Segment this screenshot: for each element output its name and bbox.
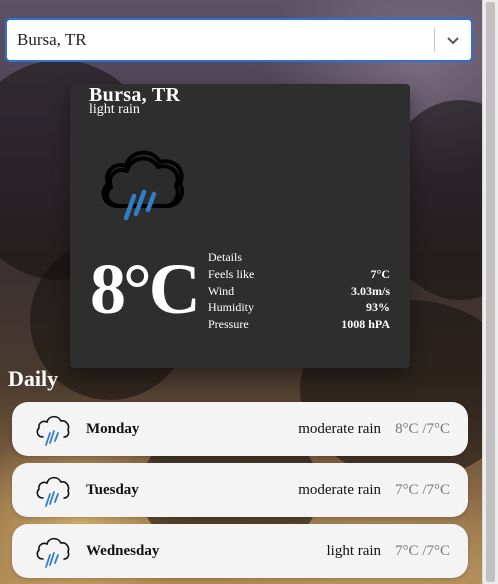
detail-value: 7°C: [370, 267, 390, 281]
rain-cloud-icon: [34, 470, 72, 510]
location-select[interactable]: Bursa, TR: [5, 18, 473, 62]
detail-row-feels-like: Feels like 7°C: [208, 266, 390, 283]
forecast-day: Wednesday: [86, 542, 160, 559]
forecast-row-monday[interactable]: Monday moderate rain 8°C /7°C: [12, 402, 468, 456]
forecast-row-wednesday[interactable]: Wednesday light rain 7°C /7°C: [12, 524, 468, 578]
weather-description: light rain: [89, 102, 140, 117]
details-panel: Details Feels like 7°C Wind 3.03m/s Humi…: [208, 249, 390, 332]
detail-value: 1008 hPA: [341, 316, 390, 331]
detail-value: 93%: [366, 300, 390, 314]
detail-label: Pressure: [208, 316, 249, 331]
forecast-row-tuesday[interactable]: Tuesday moderate rain 7°C /7°C: [12, 463, 468, 517]
forecast-condition: moderate rain: [298, 420, 382, 437]
scrollbar-thumb[interactable]: [486, 2, 495, 582]
detail-label: Humidity: [208, 300, 255, 314]
detail-row-humidity: Humidity 93%: [208, 299, 390, 316]
rain-cloud-icon: [34, 531, 72, 571]
detail-label: Feels like: [208, 267, 255, 281]
forecast-day: Tuesday: [86, 481, 139, 498]
forecast-temp-range: 8°C /7°C: [395, 420, 450, 437]
detail-row-wind: Wind 3.03m/s: [208, 283, 390, 300]
forecast-condition: light rain: [326, 542, 382, 559]
page-scrollbar[interactable]: [482, 0, 498, 584]
detail-row-pressure: Pressure 1008 hPA: [208, 316, 390, 333]
forecast-temp-range: 7°C /7°C: [395, 542, 450, 559]
detail-label: Wind: [208, 283, 235, 298]
location-select-value: Bursa, TR: [17, 30, 87, 49]
rain-cloud-icon: [34, 409, 72, 449]
rain-cloud-icon: [94, 126, 190, 222]
current-weather-card: Bursa, TR light rain 8°C Details Feels l…: [70, 84, 410, 368]
current-temperature: 8°C: [90, 249, 201, 329]
detail-value: 3.03m/s: [351, 283, 390, 298]
daily-heading: Daily: [8, 366, 59, 391]
forecast-day: Monday: [86, 420, 140, 437]
chevron-down-icon[interactable]: [435, 20, 471, 60]
details-title: Details: [208, 250, 242, 264]
forecast-condition: moderate rain: [298, 481, 382, 498]
forecast-temp-range: 7°C /7°C: [395, 481, 450, 498]
